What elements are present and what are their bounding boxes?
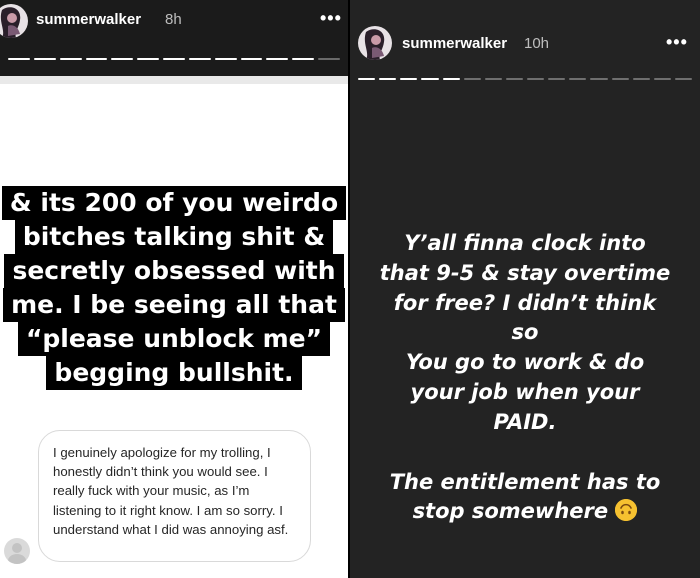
story-timestamp: 8h: [165, 11, 182, 28]
story-text-line: Y’all finna clock into: [404, 231, 646, 255]
story-username[interactable]: summerwalker: [402, 35, 507, 52]
progress-segment: [379, 78, 397, 80]
progress-segment: [421, 78, 439, 80]
progress-segment: [163, 58, 185, 60]
progress-segment: [548, 78, 566, 80]
story-text-line-with-emoji: stop somewhere: [350, 497, 700, 527]
story-username[interactable]: summerwalker: [36, 11, 141, 28]
progress-segment: [33, 58, 56, 60]
progress-segment: [137, 58, 160, 60]
caption-line: begging bullshit.: [46, 356, 302, 390]
caption-line: “please unblock me”: [17, 322, 331, 356]
progress-segment: [632, 78, 650, 80]
story-text-line: that 9-5 & stay overtime: [379, 260, 671, 285]
progress-segment: [8, 58, 30, 60]
progress-segment: [527, 78, 545, 80]
progress-segment: [674, 78, 692, 80]
story-timestamp: 10h: [524, 35, 550, 52]
story-caption: & its 200 of you weirdo bitches talking …: [0, 186, 348, 390]
story-text-line: so: [511, 320, 539, 345]
progress-segment: [653, 78, 671, 80]
progress-segment: [111, 58, 134, 60]
more-options-icon[interactable]: •••: [320, 8, 342, 29]
screenshot-top-edge: [0, 76, 348, 84]
story-text-line: You go to work & do: [405, 350, 645, 375]
story-progress-bar: [8, 58, 340, 60]
progress-segment: [484, 78, 502, 80]
progress-segment: [442, 78, 460, 80]
progress-segment: [505, 78, 523, 80]
caption-line: & its 200 of you weirdo: [1, 186, 347, 220]
story-text-line: The entitlement has to: [389, 469, 661, 494]
upside-down-face-icon: [615, 499, 638, 522]
progress-segment: [611, 78, 629, 80]
story-text-line: stop somewhere: [412, 499, 609, 524]
sender-avatar-icon: [4, 538, 30, 564]
story-text-line: PAID.: [493, 409, 557, 434]
dm-message-bubble: I genuinely apologize for my trolling, I…: [38, 430, 311, 562]
progress-segment: [214, 58, 237, 60]
progress-segment: [266, 58, 289, 60]
caption-line: me. I be seeing all that: [3, 288, 345, 322]
caption-line: secretly obsessed with: [4, 254, 344, 288]
profile-avatar[interactable]: [358, 26, 392, 60]
progress-segment: [318, 58, 340, 60]
progress-segment: [400, 78, 418, 80]
progress-segment: [240, 58, 263, 60]
story-progress-bar: [358, 78, 692, 80]
story-text-line: for free? I didn’t think: [393, 290, 657, 315]
progress-segment: [59, 58, 82, 60]
caption-line: bitches talking shit &: [14, 220, 334, 254]
progress-segment: [569, 78, 587, 80]
progress-segment: [358, 78, 376, 80]
progress-segment: [188, 58, 211, 60]
progress-segment: [85, 58, 108, 60]
progress-segment: [590, 78, 608, 80]
dm-message-text: I genuinely apologize for my trolling, I…: [53, 445, 289, 537]
right-story-panel[interactable]: summerwalker 10h ••• Y’all finna clock i…: [350, 0, 700, 578]
avatar-image: [358, 26, 392, 60]
story-text: Y’all finna clock into that 9-5 & stay o…: [350, 229, 700, 527]
progress-segment: [292, 58, 315, 60]
more-options-icon[interactable]: •••: [666, 32, 688, 53]
progress-segment: [463, 78, 481, 80]
story-text-line: your job when your: [410, 379, 640, 404]
left-story-panel[interactable]: summerwalker 8h ••• & its 200 of you wei…: [0, 0, 348, 578]
